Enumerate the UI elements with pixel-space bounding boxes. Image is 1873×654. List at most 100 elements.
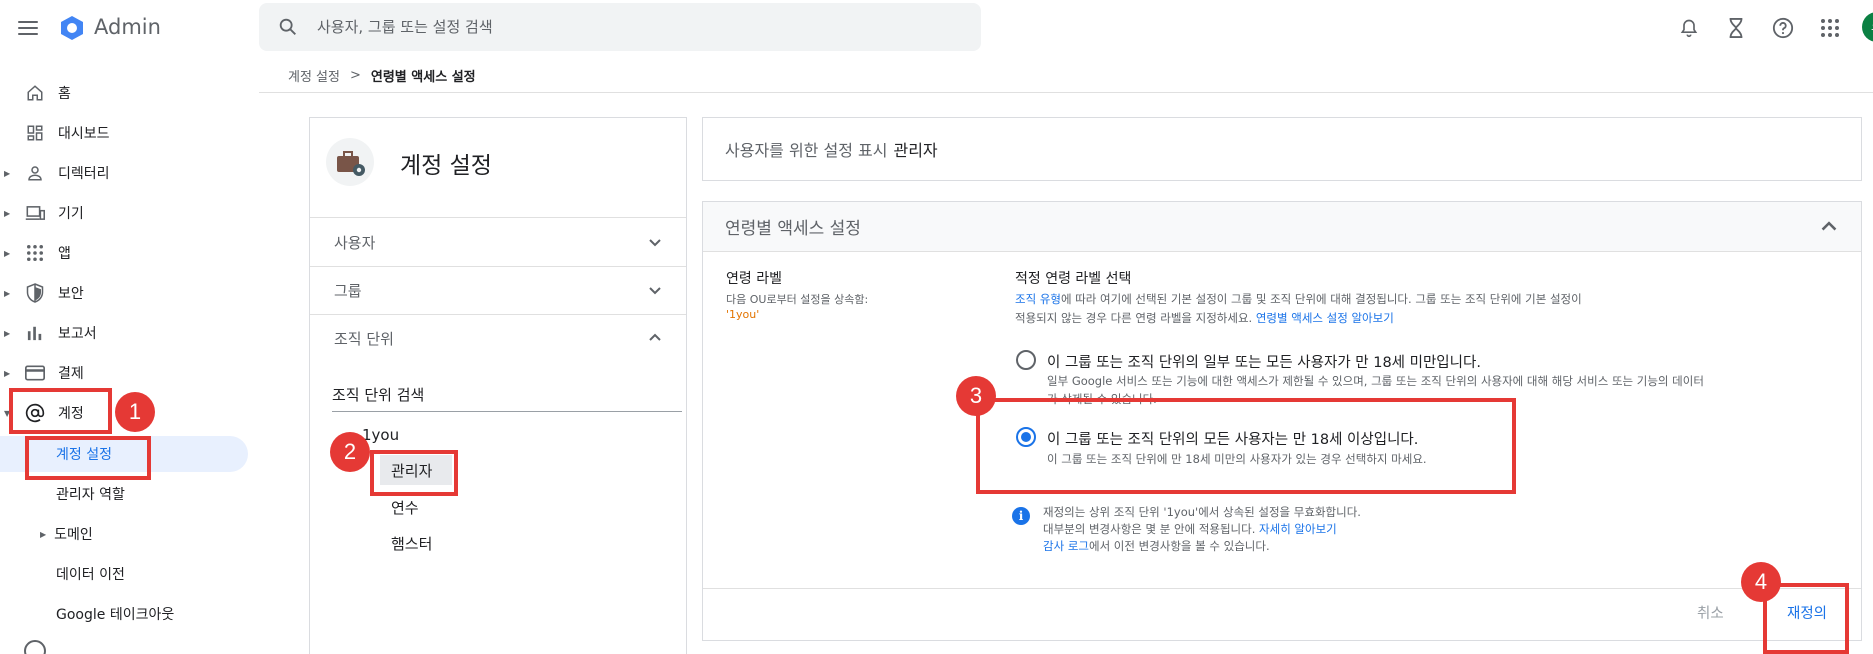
chevron-down-icon <box>649 287 661 295</box>
breadcrumb-current: 연령별 액세스 설정 <box>370 70 476 85</box>
help-icon[interactable] <box>1771 16 1795 40</box>
org-type-link[interactable]: 조직 유형 <box>1015 292 1061 306</box>
main-menu-button[interactable] <box>14 14 42 42</box>
notifications-bell-icon[interactable] <box>1677 16 1701 40</box>
section-label: 사용자 <box>334 233 376 252</box>
ou-item-hamster[interactable]: 햄스터 <box>391 533 432 554</box>
sidebar-item-label: 보안 <box>58 286 84 302</box>
annotation-badge-3: 3 <box>956 376 996 416</box>
info-line-2: 대부분의 변경사항은 몇 분 안에 적용됩니다. <box>1043 522 1256 536</box>
cancel-button[interactable]: 취소 <box>1697 602 1724 623</box>
info-line-3: 에서 이전 변경사항을 볼 수 있습니다. <box>1088 539 1270 553</box>
option-under-18-label: 이 그룹 또는 조직 단위의 일부 또는 모든 사용자가 만 18세 미만입니다… <box>1047 355 1481 371</box>
search-icon <box>279 18 296 35</box>
scope-selected-ou: 관리자 <box>893 141 938 160</box>
admin-logo-icon <box>58 14 86 42</box>
annotation-badge-2: 2 <box>330 432 370 472</box>
expand-arrow-icon: ▶ <box>4 208 11 218</box>
sidebar-item-apps[interactable]: ▶ 앱 <box>0 235 71 271</box>
desc-text-1: 에 따라 여기에 선택된 기본 설정이 그룹 및 조직 단위에 대해 결정됩니다… <box>1060 292 1582 306</box>
sidebar-item-label: 보고서 <box>58 326 97 342</box>
ou-root-1you[interactable]: 1you <box>362 426 399 444</box>
credit-card-icon <box>24 362 46 384</box>
home-icon <box>24 82 46 104</box>
section-groups[interactable]: 그룹 <box>310 266 686 314</box>
breadcrumb-divider <box>259 92 1873 93</box>
search-bar[interactable] <box>259 3 981 51</box>
sidebar-subitem-admin-roles[interactable]: 관리자 역할 <box>0 476 248 512</box>
learn-age-settings-link[interactable]: 연령별 액세스 설정 알아보기 <box>1256 311 1394 325</box>
shield-icon <box>24 282 46 304</box>
sidebar-item-home[interactable]: 홈 <box>0 75 71 111</box>
ou-search-field[interactable]: 조직 단위 검색 <box>332 384 682 412</box>
breadcrumb-parent[interactable]: 계정 설정 <box>288 66 340 85</box>
sidebar-subitem-takeout[interactable]: Google 테이크아웃 <box>0 596 248 632</box>
inherit-ou: '1you' <box>726 308 760 321</box>
sidebar-subitem-data-migration[interactable]: 데이터 이전 <box>0 556 248 592</box>
section-header[interactable]: 연령별 액세스 설정 <box>703 202 1861 252</box>
sidebar-item-dashboard[interactable]: 대시보드 <box>0 115 110 151</box>
sidebar-item-label: 디렉터리 <box>58 166 110 182</box>
age-label-description: 조직 유형에 따라 여기에 선택된 기본 설정이 그룹 및 조직 단위에 대해 … <box>1015 290 1715 328</box>
sidebar-subitem-label: 관리자 역할 <box>56 487 125 503</box>
ou-item-training[interactable]: 연수 <box>391 497 419 518</box>
age-label-title: 연령 라벨 <box>726 271 782 287</box>
sidebar-subitem-label: 도메인 <box>54 527 93 543</box>
section-org-units[interactable]: 조직 단위 <box>310 314 686 362</box>
bar-chart-icon <box>24 322 46 344</box>
sidebar-item-directory[interactable]: ▶ 디렉터리 <box>0 155 110 191</box>
settings-scope-bar: 사용자를 위한 설정 표시 관리자 <box>702 117 1862 181</box>
annotation-badge-4: 4 <box>1741 562 1781 602</box>
annotation-box-2 <box>370 450 458 496</box>
sidebar-item-label: 기기 <box>58 206 84 222</box>
sidebar-item-label: 홈 <box>58 86 71 102</box>
annotation-badge-1: 1 <box>115 392 155 432</box>
radio-under-18[interactable] <box>1016 350 1036 370</box>
briefcase-settings-icon <box>326 138 374 186</box>
info-icon: i <box>1012 507 1030 525</box>
sidebar-item-reports[interactable]: ▶ 보고서 <box>0 315 97 351</box>
scope-prefix: 사용자를 위한 설정 표시 <box>725 141 888 160</box>
rules-icon <box>24 640 46 654</box>
sidebar-item-security[interactable]: ▶ 보안 <box>0 275 84 311</box>
annotation-box-1b <box>25 436 151 480</box>
breadcrumb-separator: > <box>349 68 361 83</box>
expand-arrow-icon: ▶ <box>4 288 11 298</box>
section-label: 조직 단위 <box>334 329 394 348</box>
expand-arrow-icon: ▶ <box>4 248 11 258</box>
expand-arrow-icon: ▶ <box>4 328 11 338</box>
expand-arrow-icon: ▶ <box>40 529 47 539</box>
override-info: 재정의는 상위 조직 단위 '1you'에서 상속된 설정을 무효화합니다. 대… <box>1043 504 1361 555</box>
section-users[interactable]: 사용자 <box>310 218 686 266</box>
sidebar-subitem-label: 데이터 이전 <box>56 567 125 583</box>
learn-more-link[interactable]: 자세히 알아보기 <box>1259 522 1337 536</box>
annotation-box-3 <box>976 398 1516 494</box>
apps-launcher-icon[interactable] <box>1818 16 1842 40</box>
search-input[interactable] <box>317 18 917 36</box>
annotation-box-1 <box>9 388 112 434</box>
audit-log-link[interactable]: 감사 로그 <box>1043 539 1089 553</box>
breadcrumb: 계정 설정 > 연령별 액세스 설정 <box>288 66 476 85</box>
sidebar-subitem-label: Google 테이크아웃 <box>56 607 175 623</box>
desc-text-2: 적용되지 않는 경우 다른 연령 라벨을 지정하세요. <box>1015 311 1253 325</box>
footer-divider <box>703 588 1861 589</box>
devices-icon <box>24 202 46 224</box>
inherit-info: 다음 OU로부터 설정을 상속함: '1you' <box>726 292 926 322</box>
info-line-1: 재정의는 상위 조직 단위 '1you'에서 상속된 설정을 무효화합니다. <box>1043 505 1361 519</box>
panel-title: 계정 설정 <box>400 153 492 179</box>
sidebar-item-billing[interactable]: ▶ 결제 <box>0 355 84 391</box>
sidebar-item-devices[interactable]: ▶ 기기 <box>0 195 84 231</box>
section-title: 연령별 액세스 설정 <box>725 219 861 239</box>
apps-grid-icon <box>24 242 46 264</box>
hourglass-icon[interactable] <box>1724 16 1748 40</box>
sidebar-item-label: 앱 <box>58 246 71 262</box>
dashboard-icon <box>24 122 46 144</box>
app-name: Admin <box>94 15 161 39</box>
chevron-up-icon[interactable] <box>1820 218 1838 236</box>
inherit-text: 다음 OU로부터 설정을 상속함: <box>726 293 869 306</box>
select-age-label-title: 적정 연령 라벨 선택 <box>1015 271 1132 287</box>
expand-arrow-icon: ▶ <box>4 368 11 378</box>
chevron-down-icon <box>649 239 661 247</box>
sidebar-subitem-domains[interactable]: ▶ 도메인 <box>0 516 248 552</box>
sidebar-item-label: 결제 <box>58 366 84 382</box>
